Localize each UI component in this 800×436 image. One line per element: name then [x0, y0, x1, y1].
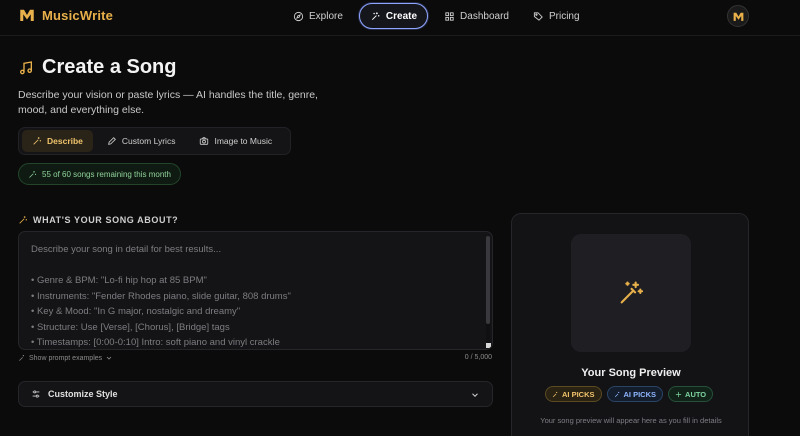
musicwrite-logo-icon [20, 9, 34, 21]
tab-custom-lyrics[interactable]: Custom Lyrics [97, 130, 186, 152]
sparkle-icon [675, 391, 682, 397]
sparkles-icon [29, 170, 37, 178]
user-avatar[interactable] [727, 5, 749, 27]
magic-wand-icon [552, 391, 558, 397]
brand[interactable]: MusicWrite [18, 6, 113, 24]
quota-text: 55 of 60 songs remaining this month [42, 169, 171, 179]
magic-wand-icon [620, 281, 644, 304]
preview-hint: Your song preview will appear here as yo… [540, 416, 722, 425]
tag-icon [533, 11, 543, 21]
tab-describe[interactable]: Describe [22, 130, 93, 152]
placeholder-line: • Structure: Use [Verse], [Chorus], [Bri… [31, 321, 230, 333]
page-subtitle: Describe your vision or paste lyrics — A… [18, 89, 318, 116]
customize-style-label: Customize Style [48, 389, 118, 399]
preview-artwork-placeholder [571, 234, 691, 352]
sparkles-icon [371, 11, 380, 20]
page-header: Create a Song [18, 56, 176, 79]
placeholder-line: • Instruments: "Fender Rhodes piano, sli… [31, 290, 291, 302]
nav-dashboard-label: Dashboard [460, 10, 509, 22]
nav-pricing[interactable]: Pricing [525, 4, 588, 28]
song-description-textarea[interactable]: Describe your song in detail for best re… [18, 231, 493, 350]
camera-icon [200, 137, 209, 145]
badge-ai-picks-gold: AI PICKS [545, 386, 602, 402]
textarea-scrollbar-thumb[interactable] [486, 236, 490, 324]
nav-explore-label: Explore [309, 10, 343, 22]
mode-tabs: Describe Custom Lyrics Image to Music [18, 127, 291, 155]
magic-wand-icon [33, 137, 41, 145]
song-preview-card: Your Song Preview AI PICKS AI PICKS AUTO… [511, 213, 749, 436]
character-count: 0 / 5,000 [464, 354, 492, 361]
placeholder-line: • Key & Mood: "In G major, nostalgic and… [31, 306, 241, 317]
main-nav: Explore Create Dashboard Pricing [285, 3, 588, 29]
quota-badge: 55 of 60 songs remaining this month [18, 163, 181, 185]
page-title: Create a Song [42, 56, 177, 78]
nav-create-label: Create [385, 10, 418, 22]
show-prompt-examples-link[interactable]: Show prompt examples [18, 354, 113, 362]
badge-auto: AUTO [668, 386, 714, 402]
badge-ai-picks-blue: AI PICKS [606, 386, 664, 402]
prompt-section-label: WHAT'S YOUR SONG ABOUT? [18, 215, 178, 225]
magic-wand-icon [614, 391, 619, 397]
magic-wand-icon [19, 216, 27, 224]
sparkles-icon [19, 355, 24, 361]
tab-image-to-music[interactable]: Image to Music [189, 130, 282, 152]
prompt-label-text: WHAT'S YOUR SONG ABOUT? [33, 215, 179, 225]
preview-badges: AI PICKS AI PICKS AUTO [545, 386, 714, 402]
sliders-icon [32, 390, 40, 398]
nav-create[interactable]: Create [358, 3, 429, 29]
placeholder-line: Describe your song in detail for best re… [31, 244, 222, 255]
placeholder-line: • Timestamps: [0:00-0:10] Intro: soft pi… [31, 337, 280, 348]
textarea-resize-handle[interactable] [486, 343, 491, 348]
nav-explore[interactable]: Explore [285, 4, 351, 28]
badge-label: AUTO [685, 389, 707, 399]
compass-icon [293, 11, 304, 21]
preview-title: Your Song Preview [581, 367, 681, 379]
badge-label: AI PICKS [623, 389, 657, 399]
tab-describe-label: Describe [47, 136, 83, 146]
placeholder-line [31, 258, 480, 274]
chevron-down-icon [472, 393, 478, 397]
grid-icon [445, 11, 454, 21]
tab-image-to-music-label: Image to Music [214, 136, 273, 146]
music-note-icon [20, 60, 32, 74]
musicwrite-logo-icon [733, 12, 743, 21]
show-prompt-examples-label: Show prompt examples [29, 354, 103, 362]
pencil-icon [108, 137, 116, 145]
customize-style-toggle[interactable]: Customize Style [18, 381, 493, 407]
placeholder-line: • Genre & BPM: "Lo-fi hip hop at 85 BPM" [31, 275, 207, 286]
chevron-down-icon [106, 356, 112, 360]
badge-label: AI PICKS [562, 389, 595, 399]
brand-name: MusicWrite [42, 7, 114, 23]
tab-custom-lyrics-label: Custom Lyrics [121, 136, 176, 146]
nav-pricing-label: Pricing [548, 10, 580, 22]
nav-dashboard[interactable]: Dashboard [436, 4, 517, 28]
top-navigation-bar: MusicWrite Explore Create Dashboard Pric… [0, 0, 800, 36]
